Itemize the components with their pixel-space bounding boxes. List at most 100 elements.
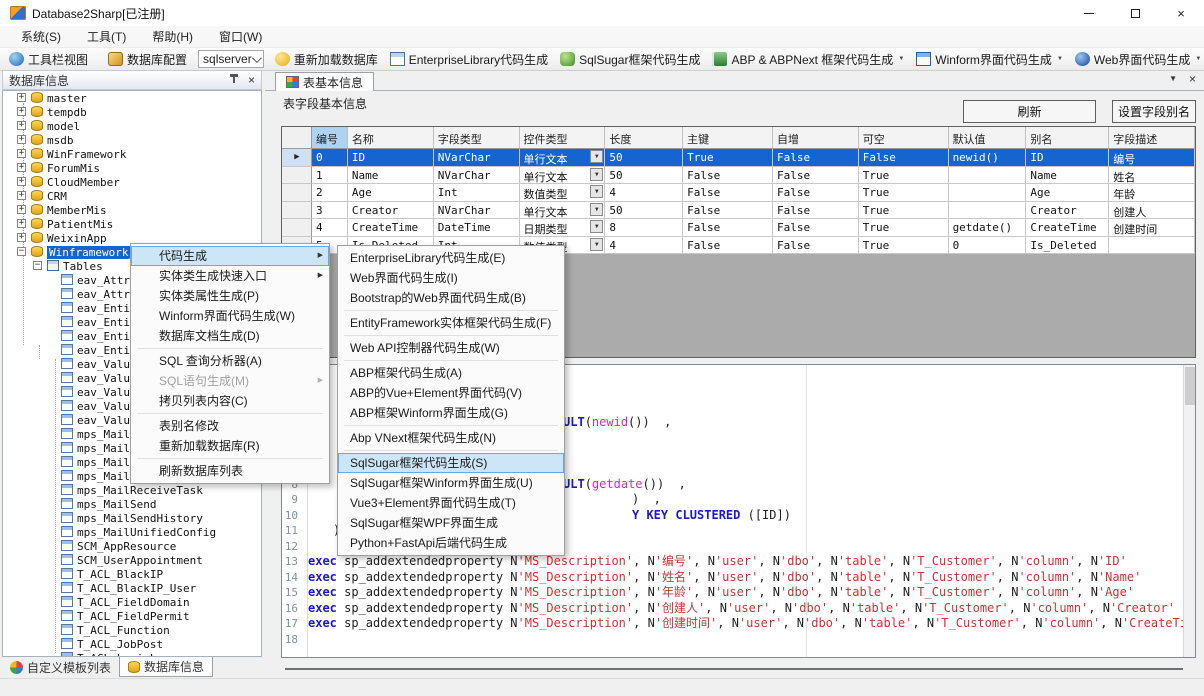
menu-item[interactable]: 代码生成▶ bbox=[131, 246, 329, 266]
set-field-alias-button[interactable]: 设置字段别名 bbox=[1112, 100, 1196, 123]
tree-table-item[interactable]: T_ACL_FieldPermit bbox=[3, 609, 261, 623]
grid-cell[interactable]: False bbox=[683, 237, 773, 255]
expand-toggle-icon[interactable]: − bbox=[33, 261, 42, 270]
row-selector[interactable] bbox=[282, 167, 312, 185]
grid-cell[interactable]: 0 bbox=[312, 149, 348, 167]
grid-cell[interactable]: 2 bbox=[312, 184, 348, 202]
toolbar-button[interactable]: Winform界面代码生成▼ bbox=[911, 49, 1068, 70]
grid-cell[interactable]: ID bbox=[1026, 149, 1109, 167]
row-selector[interactable] bbox=[282, 184, 312, 202]
grid-cell[interactable]: False bbox=[773, 202, 859, 220]
grid-cell[interactable]: CreateTime bbox=[1026, 219, 1109, 237]
grid-cell[interactable]: 单行文本▼ bbox=[520, 167, 606, 185]
menu-item[interactable]: Web API控制器代码生成(W) bbox=[338, 338, 564, 358]
grid-cell[interactable]: 3 bbox=[312, 202, 348, 220]
combo-dropdown-icon[interactable]: ▼ bbox=[590, 150, 603, 163]
tree-table-item[interactable]: T_ACL_BlackIP_User bbox=[3, 581, 261, 595]
grid-cell[interactable]: False bbox=[683, 202, 773, 220]
column-header[interactable]: 默认值 bbox=[949, 127, 1027, 149]
tree-table-item[interactable]: SCM_AppResource bbox=[3, 539, 261, 553]
grid-cell[interactable]: False bbox=[773, 149, 859, 167]
grid-cell[interactable]: False bbox=[683, 167, 773, 185]
grid-cell[interactable]: CreateTime bbox=[348, 219, 434, 237]
menu-item[interactable]: Abp VNext框架代码生成(N) bbox=[338, 428, 564, 448]
grid-cell[interactable]: 8 bbox=[605, 219, 683, 237]
tree-database-item[interactable]: +CloudMember bbox=[3, 175, 261, 189]
grid-cell[interactable] bbox=[949, 202, 1027, 220]
menu-item[interactable]: EnterpriseLibrary代码生成(E) bbox=[338, 248, 564, 268]
combo-dropdown-icon[interactable]: ▼ bbox=[590, 220, 603, 233]
toolbar-button[interactable]: 重新加载数据库 bbox=[270, 49, 383, 70]
toolbar-button[interactable]: ABP & ABPNext 框架代码生成▼ bbox=[707, 49, 909, 70]
expand-toggle-icon[interactable]: + bbox=[17, 149, 26, 158]
menu-item[interactable]: ABP框架Winform界面生成(G) bbox=[338, 403, 564, 423]
tree-database-item[interactable]: +ForumMis bbox=[3, 161, 261, 175]
toolbar-button[interactable]: 工具栏视图 bbox=[4, 49, 93, 70]
editor-vertical-scrollbar[interactable] bbox=[1183, 365, 1195, 657]
tree-table-item[interactable]: SCM_UserAppointment bbox=[3, 553, 261, 567]
grid-cell[interactable]: NVarChar bbox=[434, 202, 520, 220]
toolbar-button[interactable]: 数据库配置 bbox=[103, 49, 192, 70]
expand-toggle-icon[interactable]: + bbox=[17, 121, 26, 130]
grid-cell[interactable]: NVarChar bbox=[434, 149, 520, 167]
expand-toggle-icon[interactable]: + bbox=[17, 233, 26, 242]
expand-toggle-icon[interactable]: + bbox=[17, 177, 26, 186]
grid-cell[interactable]: 数值类型▼ bbox=[520, 184, 606, 202]
tree-database-item[interactable]: +PatientMis bbox=[3, 217, 261, 231]
grid-cell[interactable]: False bbox=[773, 167, 859, 185]
menu-item[interactable]: Bootstrap的Web界面代码生成(B) bbox=[338, 288, 564, 308]
pin-icon[interactable] bbox=[228, 74, 240, 86]
menu-item[interactable]: Python+FastApi后端代码生成 bbox=[338, 533, 564, 553]
menu-item[interactable]: 拷贝列表内容(C) bbox=[131, 391, 329, 411]
grid-cell[interactable] bbox=[949, 184, 1027, 202]
menubar-item[interactable]: 系统(S) bbox=[8, 26, 74, 47]
grid-cell[interactable]: True bbox=[859, 219, 949, 237]
column-header[interactable]: 可空 bbox=[859, 127, 949, 149]
refresh-button[interactable]: 刷新 bbox=[963, 100, 1096, 123]
grid-cell[interactable]: False bbox=[683, 184, 773, 202]
minimize-button[interactable] bbox=[1066, 0, 1112, 26]
tree-database-item[interactable]: +CRM bbox=[3, 189, 261, 203]
grid-cell[interactable]: 创建人 bbox=[1109, 202, 1195, 220]
grid-cell[interactable]: Creator bbox=[1026, 202, 1109, 220]
tree-table-item[interactable]: T_ACL_BlackIP bbox=[3, 567, 261, 581]
tree-table-item[interactable]: T_ACL_FieldDomain bbox=[3, 595, 261, 609]
column-header[interactable]: 字段类型 bbox=[434, 127, 520, 149]
grid-cell[interactable]: Name bbox=[348, 167, 434, 185]
grid-cell[interactable]: 50 bbox=[605, 202, 683, 220]
grid-cell[interactable]: 单行文本▼ bbox=[520, 149, 606, 167]
grid-cell[interactable]: Age bbox=[348, 184, 434, 202]
grid-cell[interactable]: 日期类型▼ bbox=[520, 219, 606, 237]
grid-cell[interactable]: True bbox=[859, 167, 949, 185]
menu-item[interactable]: 实体类生成快速入口▶ bbox=[131, 266, 329, 286]
grid-cell[interactable]: False bbox=[683, 219, 773, 237]
tree-table-item[interactable]: mps_MailReceiveTask bbox=[3, 483, 261, 497]
grid-cell[interactable]: Int bbox=[434, 184, 520, 202]
menubar-item[interactable]: 窗口(W) bbox=[206, 26, 275, 47]
grid-cell[interactable]: ID bbox=[348, 149, 434, 167]
grid-cell[interactable]: getdate() bbox=[949, 219, 1027, 237]
menu-item[interactable]: Winform界面代码生成(W) bbox=[131, 306, 329, 326]
tab-table-basic-info[interactable]: 表基本信息 bbox=[275, 72, 374, 91]
panel-close-icon[interactable]: × bbox=[248, 74, 255, 86]
expand-toggle-icon[interactable]: + bbox=[17, 163, 26, 172]
grid-cell[interactable] bbox=[1109, 237, 1195, 255]
tree-table-item[interactable]: mps_MailUnifiedConfig bbox=[3, 525, 261, 539]
grid-cell[interactable]: False bbox=[773, 219, 859, 237]
tree-table-item[interactable]: mps_MailSendHistory bbox=[3, 511, 261, 525]
grid-cell[interactable]: 4 bbox=[605, 237, 683, 255]
tree-database-item[interactable]: +WinFramework bbox=[3, 147, 261, 161]
grid-cell[interactable]: newid() bbox=[949, 149, 1027, 167]
grid-cell[interactable]: Name bbox=[1026, 167, 1109, 185]
menu-item[interactable]: ABP的Vue+Element界面代码(V) bbox=[338, 383, 564, 403]
grid-cell[interactable]: True bbox=[859, 202, 949, 220]
tree-table-item[interactable]: T_ACL_JobPost bbox=[3, 637, 261, 651]
toolbar-button[interactable]: SqlSugar框架代码生成 bbox=[555, 49, 705, 70]
grid-cell[interactable]: 4 bbox=[312, 219, 348, 237]
grid-cell[interactable]: True bbox=[683, 149, 773, 167]
grid-cell[interactable]: NVarChar bbox=[434, 167, 520, 185]
expand-toggle-icon[interactable]: − bbox=[17, 247, 26, 256]
grid-cell[interactable]: 创建时间 bbox=[1109, 219, 1195, 237]
tab-database-info[interactable]: 数据库信息 bbox=[119, 657, 213, 677]
tree-database-item[interactable]: +MemberMis bbox=[3, 203, 261, 217]
